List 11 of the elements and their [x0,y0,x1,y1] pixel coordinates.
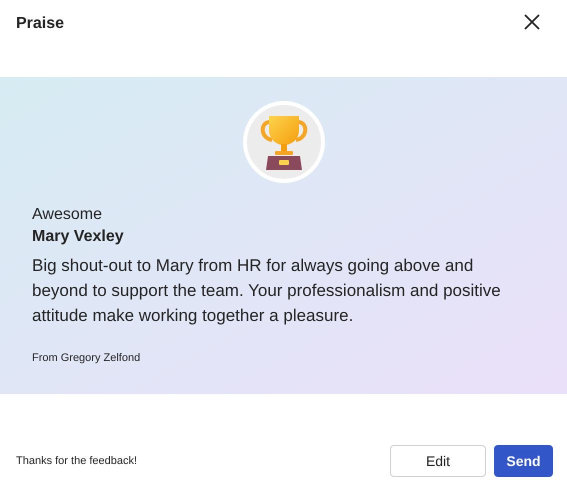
praise-message: Big shout-out to Mary from HR for always going above and beyond to support the team. Your professionalism and positive attitude make working together a pleasure. [32,255,502,327]
edit-button[interactable]: Edit [390,445,486,477]
close-icon [523,13,541,31]
status-message: Thanks for the feedback! [16,454,138,469]
sender-name: From Gregory Zelfond [32,351,142,366]
badge-name: Awesome [32,205,103,225]
recipient-name: Mary Vexley [32,227,125,247]
send-button[interactable]: Send [494,445,553,477]
trophy-icon [258,114,310,170]
close-button[interactable] [523,13,541,31]
dialog-title: Praise [16,14,64,34]
